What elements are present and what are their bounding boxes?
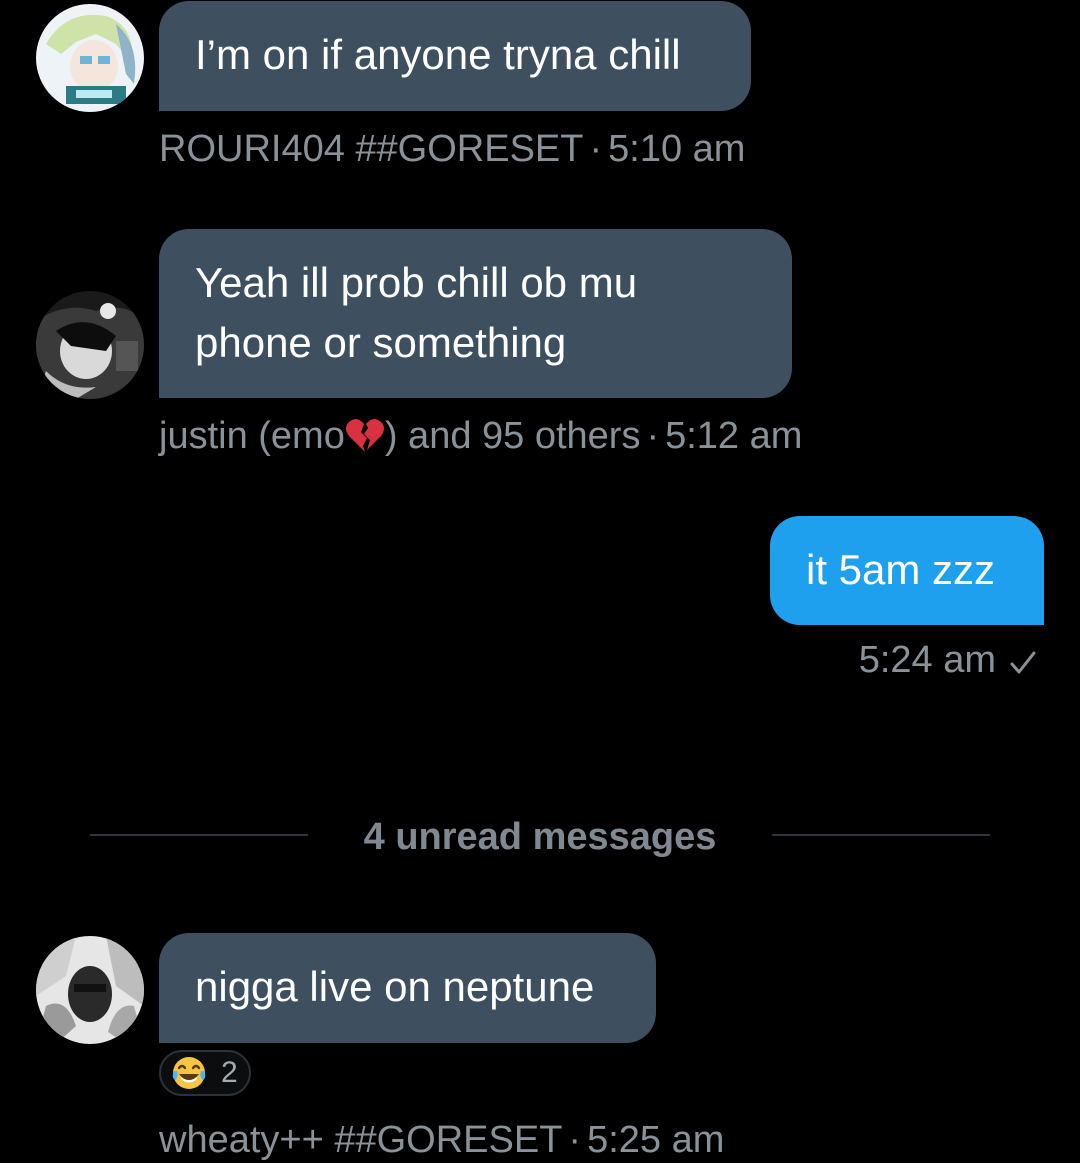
avatar-image: [36, 4, 144, 112]
message-meta-3: 5:24 am: [859, 637, 1036, 687]
message-text-line: phone or something: [195, 319, 567, 366]
message-bubble-own[interactable]: it 5am zzz: [770, 516, 1044, 625]
author-name-suffix: ) and 95 others: [384, 415, 641, 457]
avatar-image: [36, 291, 144, 399]
message-author[interactable]: ROURI404 ##GORESET: [159, 128, 583, 170]
avatar-wheaty[interactable]: [36, 936, 144, 1044]
meta-separator: ·: [568, 1119, 582, 1161]
avatar-image: [36, 936, 144, 1044]
meta-separator: ·: [646, 415, 660, 457]
avatar-justin[interactable]: [36, 291, 144, 399]
message-meta-4: wheaty++ ##GORESET · 5:25 am: [159, 1117, 724, 1163]
message-bubble-2[interactable]: Yeah ill prob chill ob mu phone or somet…: [159, 229, 792, 398]
avatar-rouri404[interactable]: [36, 4, 144, 112]
message-time: 5:25 am: [587, 1119, 725, 1161]
meta-separator: ·: [589, 128, 603, 170]
divider-line-left: [90, 834, 308, 836]
message-author[interactable]: justin (emo ) and 95 others: [159, 415, 640, 457]
divider-line-right: [772, 834, 990, 836]
message-text: it 5am zzz: [806, 546, 996, 593]
message-time: 5:12 am: [665, 415, 803, 457]
message-meta-1: ROURI404 ##GORESET · 5:10 am: [159, 126, 745, 172]
broken-heart-icon: [345, 416, 385, 465]
message-bubble-1[interactable]: I’m on if anyone tryna chill: [159, 1, 751, 111]
reaction-pill[interactable]: 2: [159, 1050, 251, 1096]
message-text: nigga live on neptune: [195, 963, 595, 1010]
message-meta-2: justin (emo ) and 95 others · 5:12 am: [159, 413, 802, 465]
tears-of-joy-icon: [171, 1055, 207, 1091]
message-time: 5:24 am: [858, 639, 996, 681]
author-name-prefix: justin (emo: [159, 415, 345, 457]
message-text: I’m on if anyone tryna chill: [195, 31, 681, 78]
message-bubble-4[interactable]: nigga live on neptune: [159, 933, 656, 1043]
message-time: 5:10 am: [608, 128, 746, 170]
checkmark-icon: [1010, 641, 1036, 687]
unread-divider-label: 4 unread messages: [363, 816, 717, 858]
reaction-count: 2: [221, 1056, 238, 1089]
message-text-line: Yeah ill prob chill ob mu: [195, 259, 638, 306]
message-author[interactable]: wheaty++ ##GORESET: [159, 1119, 562, 1161]
